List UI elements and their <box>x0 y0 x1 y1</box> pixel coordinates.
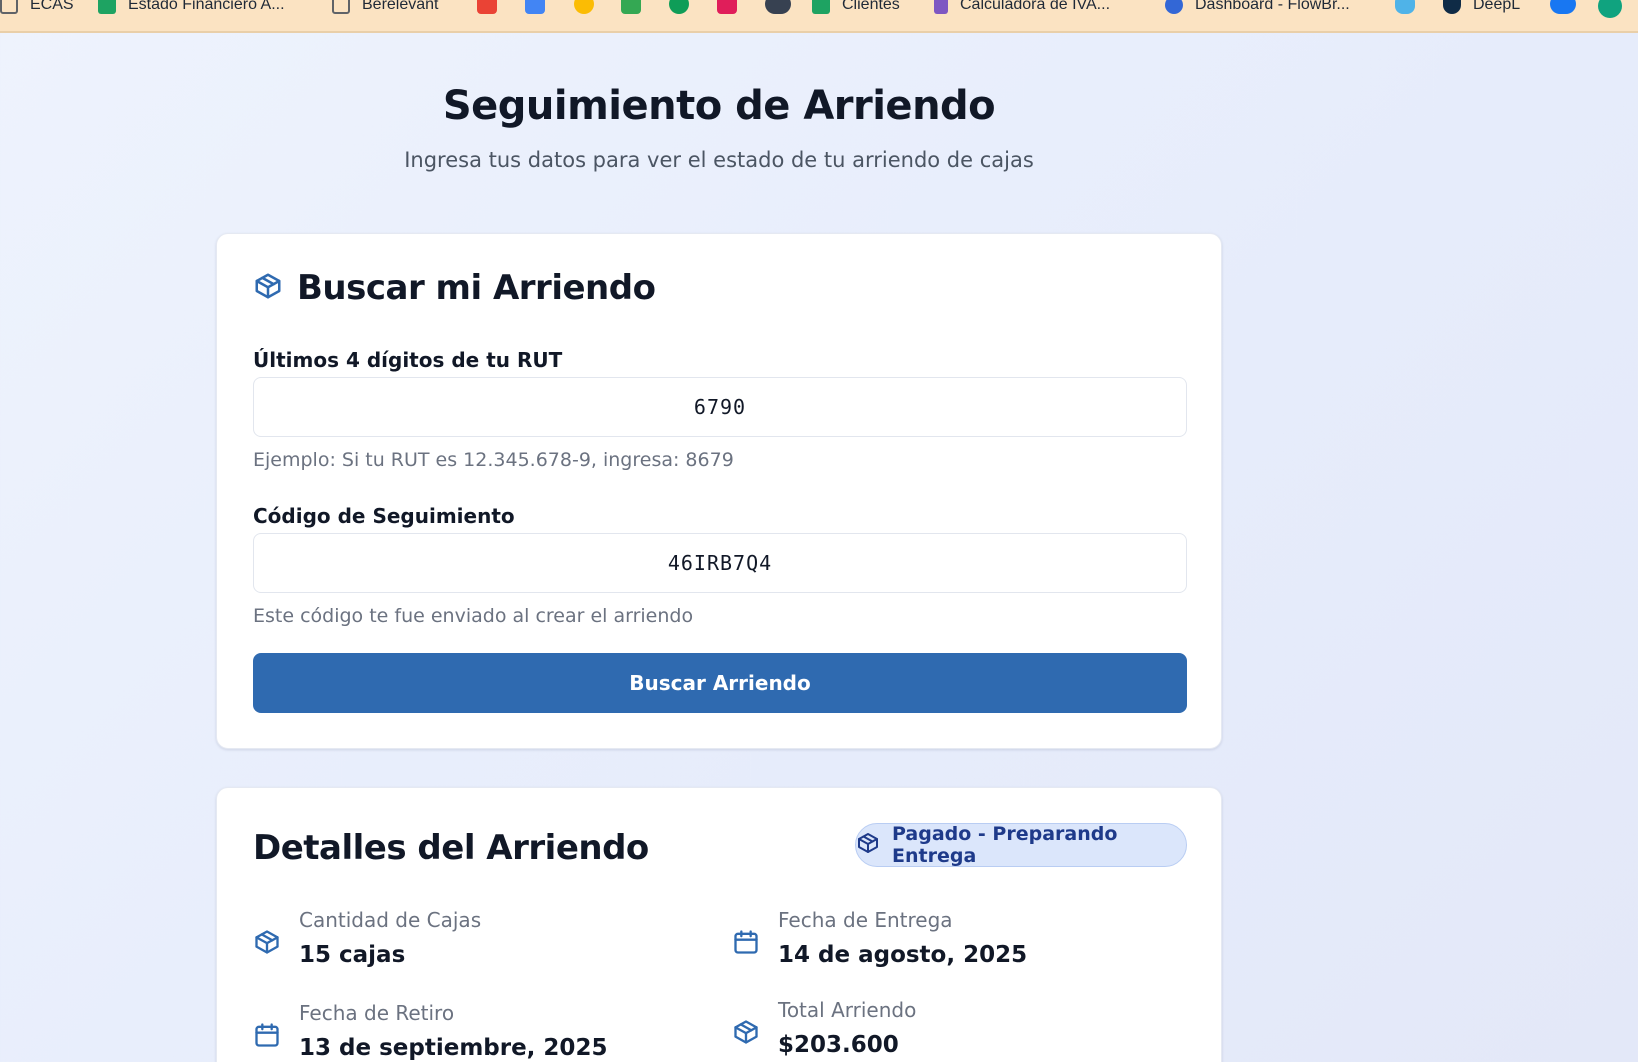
info-label: Fecha de Entrega <box>778 908 953 932</box>
sheets-icon <box>812 0 830 14</box>
calendar-icon <box>253 1021 281 1061</box>
details-title: Detalles del Arriendo <box>253 828 649 868</box>
calculator-icon <box>934 0 948 14</box>
infinity-icon[interactable] <box>765 0 791 14</box>
info-value: $203.600 <box>778 1032 899 1058</box>
rut-help-text: Ejemplo: Si tu RUT es 12.345.678-9, ingr… <box>253 449 734 471</box>
deepl-icon <box>1443 0 1461 14</box>
sheets-icon <box>98 0 116 14</box>
tracking-code-input[interactable] <box>253 533 1187 593</box>
info-total: Total Arriendo $203.600 <box>732 998 916 1058</box>
search-card-title: Buscar mi Arriendo <box>297 268 656 308</box>
details-card: Detalles del Arriendo Pagado - Preparand… <box>216 787 1222 1062</box>
bookmark-berelevant[interactable]: Berelevant <box>332 0 439 17</box>
drive-icon[interactable] <box>574 0 594 14</box>
whatsapp-icon[interactable] <box>669 0 689 14</box>
page-title: Seguimiento de Arriendo <box>442 83 996 129</box>
info-label: Cantidad de Cajas <box>299 908 482 932</box>
bookmark-estado-financiero[interactable]: Estado Financiero A... <box>98 0 285 17</box>
folder-icon <box>0 0 18 14</box>
info-value: 14 de agosto, 2025 <box>778 942 1028 968</box>
info-boxes-quantity: Cantidad de Cajas 15 cajas <box>253 908 481 968</box>
status-text: Pagado - Preparando Entrega <box>892 823 1118 867</box>
box-icon <box>856 831 880 860</box>
database-icon <box>1165 0 1183 14</box>
wave-icon[interactable] <box>1395 0 1415 14</box>
info-value: 15 cajas <box>299 942 406 968</box>
calendar-icon <box>732 928 760 968</box>
profile-icon[interactable] <box>1598 0 1622 18</box>
info-delivery-date: Fecha de Entrega 14 de agosto, 2025 <box>732 908 1027 968</box>
search-card-header: Buscar mi Arriendo <box>253 268 656 308</box>
meta-icon[interactable] <box>1550 0 1576 14</box>
bookmark-deepl[interactable]: DeepL <box>1443 0 1520 17</box>
box-icon <box>732 1018 760 1058</box>
box-icon <box>253 271 283 305</box>
info-value: 13 de septiembre, 2025 <box>299 1035 608 1061</box>
rut-label: Últimos 4 dígitos de tu RUT <box>253 348 563 372</box>
rut-input[interactable] <box>253 377 1187 437</box>
gmail-icon[interactable] <box>477 0 497 14</box>
page-subtitle: Ingresa tus datos para ver el estado de … <box>404 148 1034 172</box>
search-button[interactable]: Buscar Arriendo <box>253 653 1187 713</box>
bookmarks-bar: ECAS Estado Financiero A... Berelevant C… <box>0 0 1638 33</box>
info-label: Total Arriendo <box>778 998 917 1022</box>
bookmark-dashboard-flowbr[interactable]: Dashboard - FlowBr... <box>1165 0 1350 17</box>
folder-icon <box>332 0 350 14</box>
calendar-app-icon[interactable] <box>525 0 545 14</box>
status-badge: Pagado - Preparando Entrega <box>855 823 1187 867</box>
code-help-text: Este código te fue enviado al crear el a… <box>253 605 694 627</box>
box-icon <box>253 928 281 968</box>
bookmark-calculadora-iva[interactable]: Calculadora de IVA... <box>934 0 1110 17</box>
meet-icon[interactable] <box>621 0 641 14</box>
search-card: Buscar mi Arriendo Últimos 4 dígitos de … <box>216 233 1222 749</box>
info-pickup-date: Fecha de Retiro 13 de septiembre, 2025 <box>253 1001 607 1061</box>
code-label: Código de Seguimiento <box>253 504 515 528</box>
bookmark-clientes[interactable]: Clientes <box>812 0 900 17</box>
info-label: Fecha de Retiro <box>299 1001 455 1025</box>
slack-icon[interactable] <box>717 0 737 14</box>
bookmark-ecas[interactable]: ECAS <box>0 0 74 17</box>
